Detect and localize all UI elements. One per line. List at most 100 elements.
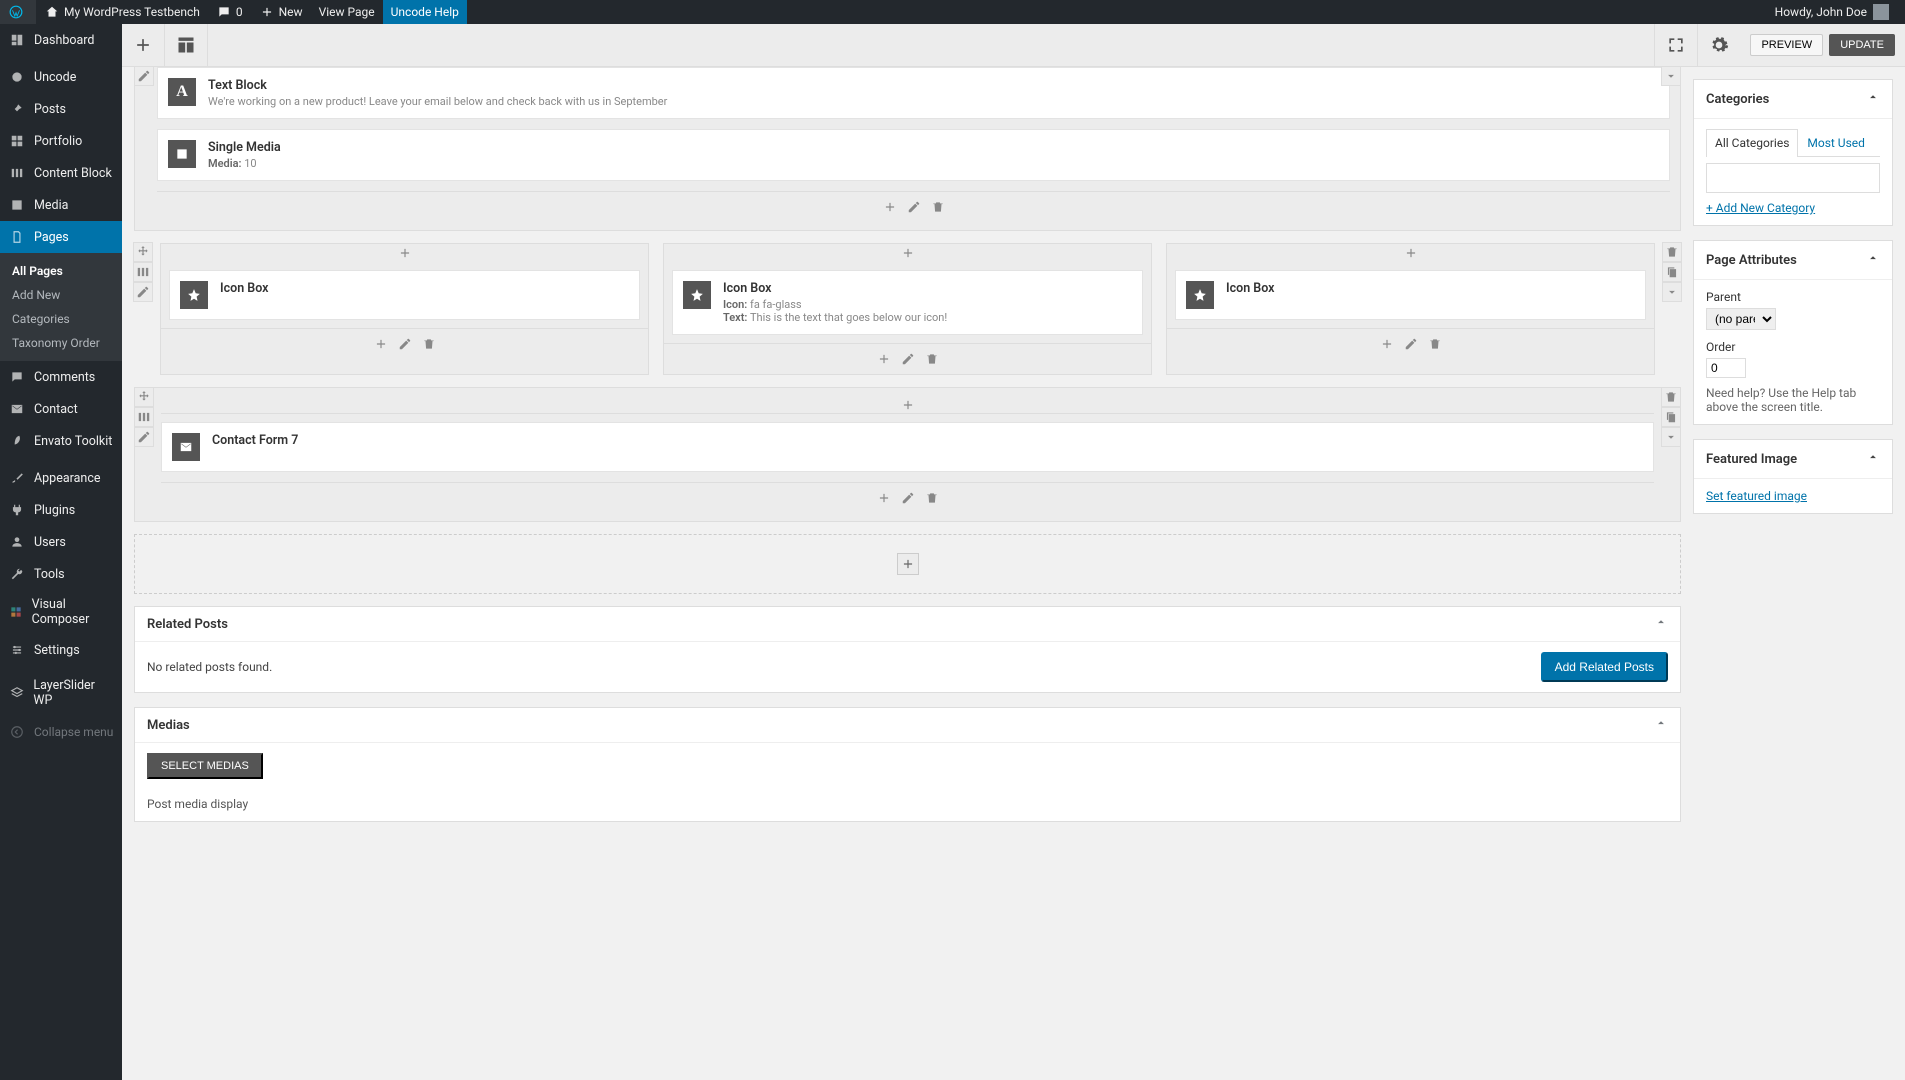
row-clone-button[interactable]: [1662, 262, 1682, 282]
column-prepend-button[interactable]: [1167, 244, 1654, 262]
column-add-button[interactable]: [875, 350, 893, 368]
tools-icon: [8, 565, 26, 583]
menu-dashboard[interactable]: Dashboard: [0, 24, 122, 56]
menu-contact[interactable]: Contact: [0, 393, 122, 425]
column-prepend-button[interactable]: [161, 396, 1654, 414]
icon-box-element[interactable]: Icon Box: [169, 270, 640, 320]
row-clone-button[interactable]: [1661, 407, 1681, 427]
menu-tools[interactable]: Tools: [0, 558, 122, 590]
uncode-help-link[interactable]: Uncode Help: [383, 0, 467, 24]
row-move-button[interactable]: [133, 242, 153, 262]
menu-users[interactable]: Users: [0, 526, 122, 558]
menu-uncode[interactable]: Uncode: [0, 61, 122, 93]
row-move-button[interactable]: [134, 387, 154, 407]
builder-row: Contact Form 7: [134, 387, 1681, 522]
row-edit-button[interactable]: [134, 427, 154, 447]
menu-media[interactable]: Media: [0, 189, 122, 221]
submenu-all-pages[interactable]: All Pages: [0, 259, 122, 283]
column-prepend-button[interactable]: [664, 244, 1151, 262]
row-delete-button[interactable]: [1661, 387, 1681, 407]
panel-title: Categories: [1706, 92, 1769, 107]
layout-templates-button[interactable]: [165, 24, 208, 67]
element-title: Icon Box: [1226, 281, 1635, 296]
column-add-button[interactable]: [1378, 335, 1396, 353]
set-featured-image-link[interactable]: Set featured image: [1706, 489, 1807, 503]
add-related-posts-button[interactable]: Add Related Posts: [1541, 652, 1668, 682]
submenu-taxonomy-order[interactable]: Taxonomy Order: [0, 331, 122, 355]
tab-all-categories[interactable]: All Categories: [1706, 129, 1798, 157]
tab-most-used[interactable]: Most Used: [1798, 129, 1874, 156]
contact-form-element[interactable]: Contact Form 7: [161, 422, 1654, 472]
panel-toggle[interactable]: Categories: [1694, 80, 1892, 119]
menu-layerslider[interactable]: LayerSlider WP: [0, 671, 122, 715]
add-new-category-link[interactable]: + Add New Category: [1706, 201, 1815, 215]
row-delete-button[interactable]: [1662, 242, 1682, 262]
envato-icon: [8, 432, 26, 450]
menu-content-block[interactable]: Content Block: [0, 157, 122, 189]
column-delete-button[interactable]: [923, 350, 941, 368]
fullscreen-button[interactable]: [1654, 24, 1697, 67]
column-edit-button[interactable]: [905, 198, 923, 216]
menu-visual-composer[interactable]: Visual Composer: [0, 590, 122, 634]
menu-pages[interactable]: Pages: [0, 221, 122, 253]
metabox-toggle[interactable]: Related Posts: [135, 607, 1680, 642]
element-title: Single Media: [208, 140, 1659, 155]
column-edit-button[interactable]: [899, 350, 917, 368]
row-columns-button[interactable]: [133, 262, 153, 282]
category-list: [1706, 163, 1880, 193]
user-account-link[interactable]: Howdy, John Doe: [1767, 0, 1897, 24]
panel-toggle[interactable]: Page Attributes: [1694, 241, 1892, 280]
menu-plugins[interactable]: Plugins: [0, 494, 122, 526]
wp-logo-button[interactable]: [0, 0, 36, 24]
mail-icon: [172, 433, 200, 461]
metabox-toggle[interactable]: Medias: [135, 708, 1680, 743]
update-button[interactable]: UPDATE: [1829, 34, 1895, 56]
settings-button[interactable]: [1697, 24, 1740, 67]
menu-portfolio[interactable]: Portfolio: [0, 125, 122, 157]
comments-link[interactable]: 0: [208, 0, 251, 24]
add-row-button[interactable]: [897, 553, 919, 575]
row-collapse-button[interactable]: [1661, 66, 1681, 86]
single-media-element[interactable]: Single Media Media: 10: [157, 129, 1670, 181]
row-columns-button[interactable]: [134, 407, 154, 427]
text-block-element[interactable]: A Text Block We're working on a new prod…: [157, 67, 1670, 119]
column-edit-button[interactable]: [1402, 335, 1420, 353]
column-delete-button[interactable]: [929, 198, 947, 216]
select-medias-button[interactable]: SELECT MEDIAS: [147, 753, 263, 779]
site-title: My WordPress Testbench: [64, 5, 200, 19]
submenu-categories[interactable]: Categories: [0, 307, 122, 331]
menu-posts[interactable]: Posts: [0, 93, 122, 125]
column-prepend-button[interactable]: [161, 244, 648, 262]
add-element-button[interactable]: [122, 24, 165, 67]
column-delete-button[interactable]: [923, 489, 941, 507]
column-add-button[interactable]: [372, 335, 390, 353]
site-link[interactable]: My WordPress Testbench: [36, 0, 208, 24]
column-add-button[interactable]: [875, 489, 893, 507]
submenu-add-new[interactable]: Add New: [0, 283, 122, 307]
view-page-label: View Page: [319, 5, 375, 19]
order-input[interactable]: [1706, 358, 1746, 378]
parent-select[interactable]: (no parent): [1706, 308, 1776, 330]
view-page-link[interactable]: View Page: [311, 0, 383, 24]
panel-toggle[interactable]: Featured Image: [1694, 440, 1892, 479]
row-edit-button[interactable]: [134, 66, 154, 86]
new-label: New: [279, 5, 303, 19]
column-delete-button[interactable]: [420, 335, 438, 353]
menu-envato[interactable]: Envato Toolkit: [0, 425, 122, 457]
menu-settings[interactable]: Settings: [0, 634, 122, 666]
collapse-menu-button[interactable]: Collapse menu: [0, 715, 122, 749]
column-delete-button[interactable]: [1426, 335, 1444, 353]
menu-comments[interactable]: Comments: [0, 361, 122, 393]
icon-box-element[interactable]: Icon Box: [1175, 270, 1646, 320]
preview-button[interactable]: PREVIEW: [1750, 34, 1823, 56]
icon-box-element[interactable]: Icon Box Icon: fa fa-glass Text: This is…: [672, 270, 1143, 335]
column-edit-button[interactable]: [396, 335, 414, 353]
row-edit-button[interactable]: [133, 282, 153, 302]
row-collapse-button[interactable]: [1661, 427, 1681, 447]
new-content-link[interactable]: New: [251, 0, 311, 24]
wordpress-icon: [8, 4, 24, 20]
row-collapse-button[interactable]: [1662, 282, 1682, 302]
menu-appearance[interactable]: Appearance: [0, 462, 122, 494]
column-add-button[interactable]: [881, 198, 899, 216]
column-edit-button[interactable]: [899, 489, 917, 507]
